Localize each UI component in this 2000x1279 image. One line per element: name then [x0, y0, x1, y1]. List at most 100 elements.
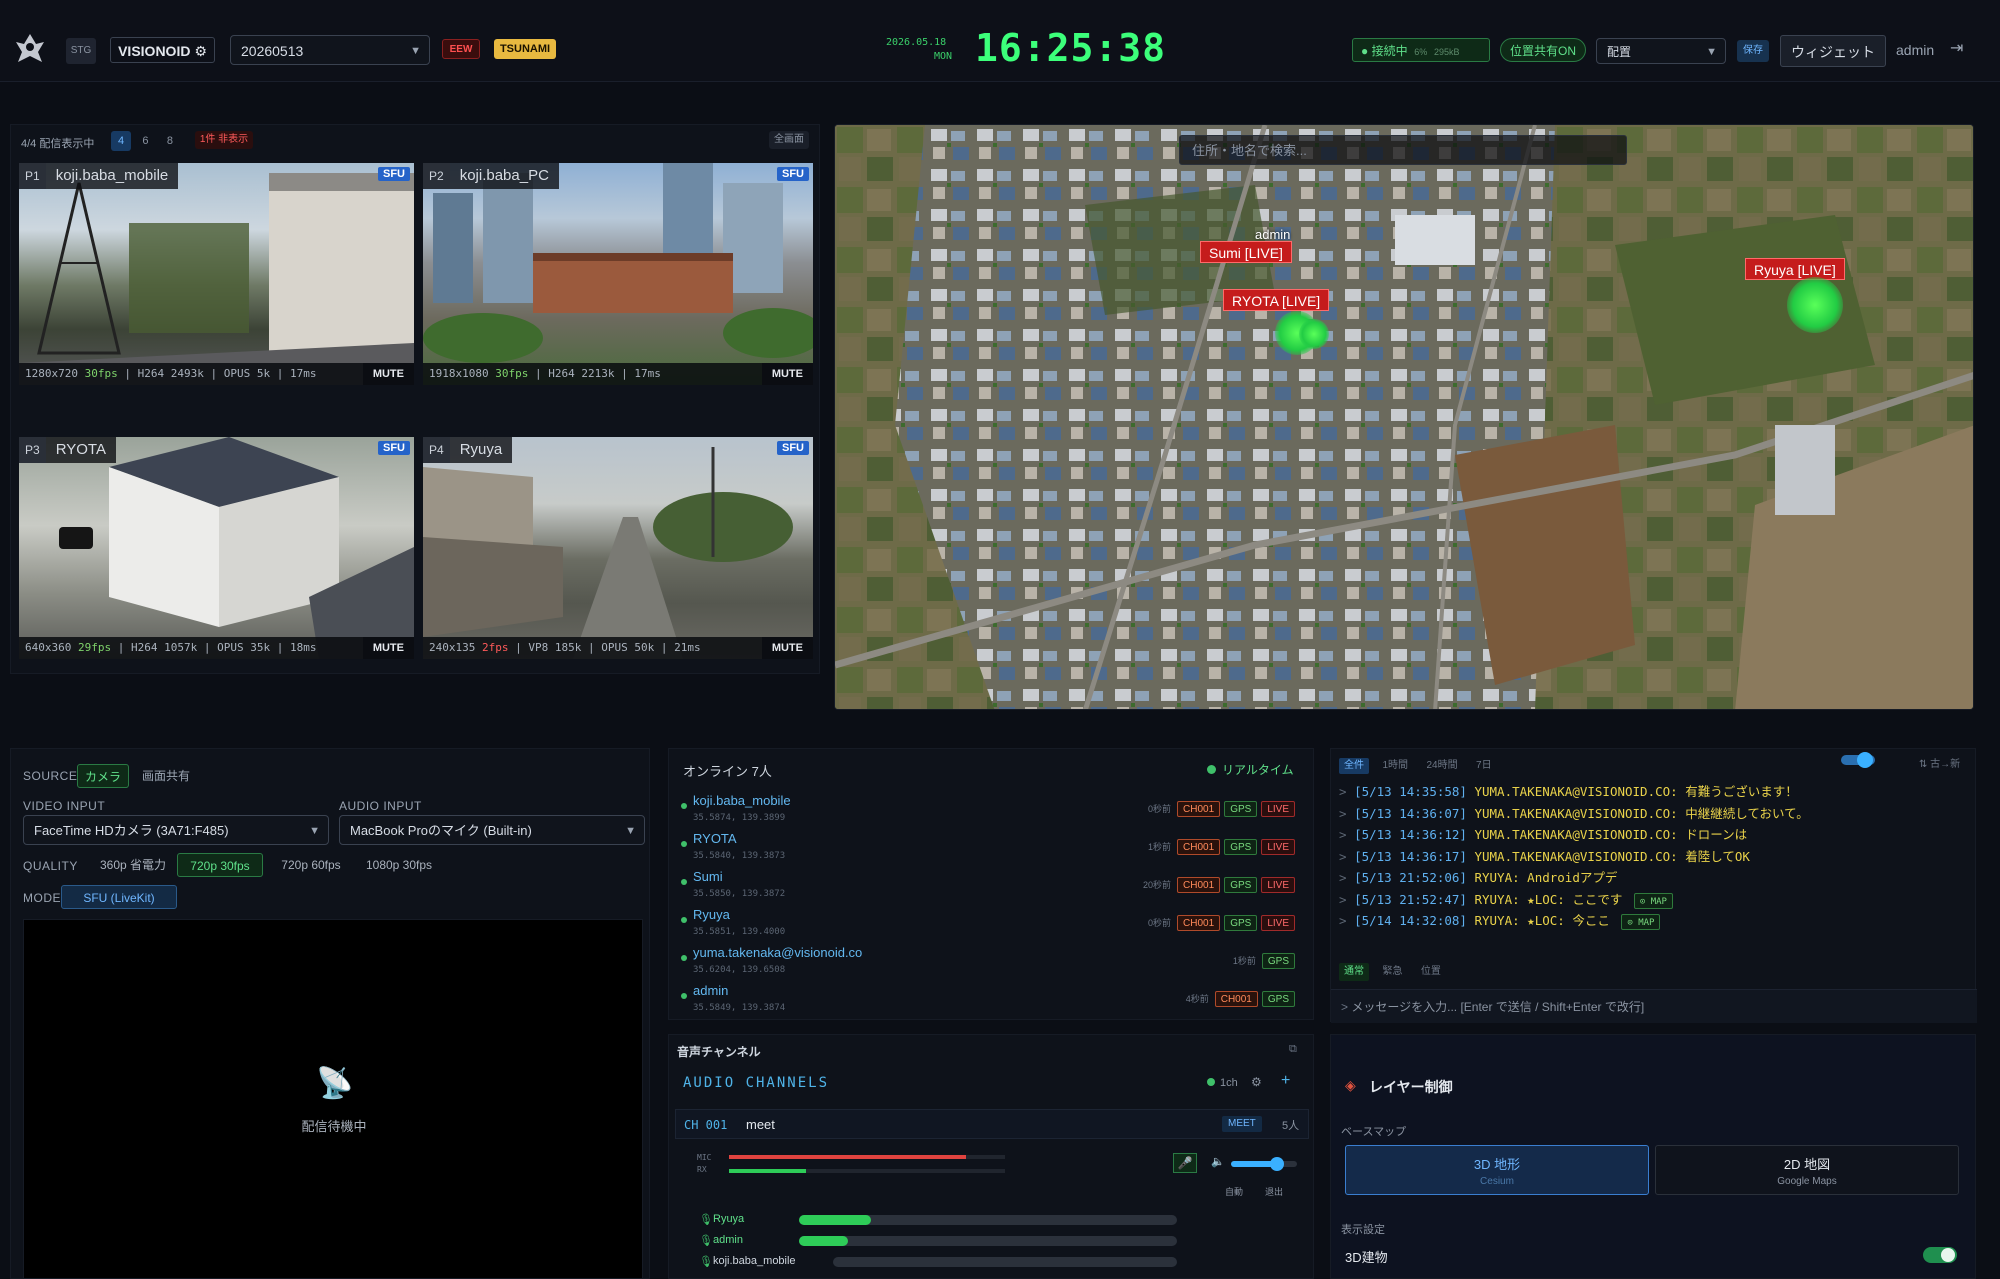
- online-user-row[interactable]: Ryuya 35.5851, 139.4000 0秒前 CH001 GPS LIVE: [681, 905, 1301, 943]
- user-last-seen: 4秒前: [1185, 994, 1209, 1004]
- stream-tile-p1[interactable]: P1 koji.baba_mobile SFU 1280x720 30fps | …: [19, 163, 414, 385]
- hidden-badge[interactable]: 1件 非表示: [195, 131, 253, 149]
- online-user-row[interactable]: Sumi 35.5850, 139.3872 20秒前 CH001 GPS LIVE: [681, 867, 1301, 905]
- online-user-row[interactable]: koji.baba_mobile 35.5874, 139.3899 0秒前 CH…: [681, 791, 1301, 829]
- aerial-map[interactable]: [835, 125, 1974, 710]
- mode-value[interactable]: SFU (LiveKit): [61, 885, 177, 909]
- map-marker-sumi[interactable]: Sumi [LIVE]: [1200, 241, 1292, 263]
- chat-autoscroll-toggle[interactable]: [1841, 752, 1875, 768]
- chat-arrow-icon: >: [1339, 870, 1347, 885]
- map-marker-ryuya[interactable]: Ryuya [LIVE]: [1745, 258, 1845, 280]
- audio-count-label: 1ch: [1220, 1077, 1238, 1089]
- stream-tile-p4[interactable]: P4 Ryuya SFU 240x135 2fps | VP8 185k | OP…: [423, 437, 813, 659]
- user-live-badge[interactable]: LIVE: [1261, 801, 1295, 817]
- video-input-select[interactable]: FaceTime HDカメラ (3A71:F485) ▼: [23, 815, 329, 845]
- popout-icon[interactable]: ⧉: [1289, 1043, 1297, 1056]
- map-search-input[interactable]: 住所・地名で検索...: [1179, 135, 1627, 165]
- map-panel[interactable]: 住所・地名で検索... admin Sumi [LIVE] RYOTA [LIV…: [834, 124, 1974, 710]
- user-name[interactable]: koji.baba_mobile: [693, 793, 791, 808]
- volume-knob[interactable]: [1270, 1157, 1285, 1171]
- audio-input-select[interactable]: MacBook Proのマイク (Built-in) ▼: [339, 815, 645, 845]
- source-camera-button[interactable]: カメラ: [77, 764, 129, 788]
- stream-p3-name: RYOTA: [55, 441, 106, 458]
- map-dot-admin[interactable]: [1299, 319, 1329, 349]
- channel-row[interactable]: CH 001 meet MEET 5人: [675, 1109, 1309, 1139]
- eew-badge[interactable]: EEW: [442, 39, 480, 59]
- tsunami-badge[interactable]: TSUNAMI: [494, 39, 556, 59]
- fullscreen-button[interactable]: 全画面: [769, 131, 809, 149]
- add-channel-icon[interactable]: +: [1281, 1072, 1290, 1090]
- connection-bitrate: 295kB: [1433, 47, 1460, 57]
- stream-p2-fps: 30fps: [495, 367, 529, 380]
- user-live-badge[interactable]: LIVE: [1261, 877, 1295, 893]
- mic-toggle-button[interactable]: 🎤: [1173, 1153, 1197, 1173]
- stream-p2-mute-button[interactable]: MUTE: [761, 363, 813, 385]
- chat-filter-7d[interactable]: 7日: [1471, 758, 1497, 774]
- chat-mode-normal[interactable]: 通常: [1339, 963, 1369, 981]
- layout-select[interactable]: 配置 ▼: [1596, 38, 1726, 64]
- user-channel-badge: CH001: [1177, 877, 1221, 893]
- quality-option-360p[interactable]: 360p 省電力: [89, 853, 177, 877]
- quality-option-720p60[interactable]: 720p 60fps: [271, 853, 351, 877]
- grid-option-4[interactable]: 4: [111, 131, 131, 151]
- grid-option-8[interactable]: 8: [160, 131, 180, 151]
- online-user-row[interactable]: RYOTA 35.5840, 139.3873 1秒前 CH001 GPS LIVE: [681, 829, 1301, 867]
- user-name[interactable]: Ryuya: [693, 907, 730, 922]
- online-user-row[interactable]: admin 35.5849, 139.3874 4秒前 CH001 GPS: [681, 981, 1301, 1019]
- audio-member-level: [799, 1236, 1177, 1246]
- audio-member-name: admin: [713, 1234, 743, 1246]
- audio-member-level-fill: [799, 1236, 849, 1246]
- online-user-row[interactable]: yuma.takenaka@visionoid.co 35.6204, 139.…: [681, 943, 1301, 981]
- map-dot-ryuya[interactable]: [1787, 277, 1843, 333]
- widget-button[interactable]: ウィジェット: [1780, 35, 1886, 67]
- chat-filter-24h[interactable]: 24時間: [1421, 758, 1462, 774]
- user-last-seen: 0秒前: [1148, 918, 1172, 928]
- stream-p1-mute-button[interactable]: MUTE: [362, 363, 414, 385]
- chat-map-link[interactable]: ⊙ MAP: [1633, 892, 1673, 909]
- live-dot-icon: [1207, 1078, 1215, 1086]
- chat-arrow-icon: >: [1339, 805, 1347, 821]
- chat-map-link[interactable]: ⊙ MAP: [1621, 914, 1661, 930]
- basemap-2d-option[interactable]: 2D 地図 Google Maps: [1655, 1145, 1959, 1195]
- user-name[interactable]: admin: [693, 983, 728, 998]
- user-name[interactable]: yuma.takenaka@visionoid.co: [693, 945, 862, 960]
- stream-tile-p2[interactable]: P2 koji.baba_PC SFU 1918x1080 30fps | H26…: [423, 163, 813, 385]
- mic-small-icon: 🎙: [699, 1235, 713, 1247]
- location-share-toggle[interactable]: 位置共有ON: [1500, 38, 1586, 62]
- chat-mode-location[interactable]: 位置: [1416, 963, 1446, 981]
- stream-p4-mute-button[interactable]: MUTE: [761, 637, 813, 659]
- chat-mode-urgent[interactable]: 緊急: [1377, 963, 1407, 981]
- user-live-badge[interactable]: LIVE: [1261, 839, 1295, 855]
- audio-title-jp: 音声チャンネル: [677, 1045, 761, 1059]
- stream-tile-p3[interactable]: P3 RYOTA SFU 640x360 29fps | H264 1057k |…: [19, 437, 414, 659]
- auto-label[interactable]: 自動: [1225, 1185, 1243, 1198]
- quality-option-720p30[interactable]: 720p 30fps: [177, 853, 263, 877]
- map-marker-ryota[interactable]: RYOTA [LIVE]: [1223, 289, 1330, 311]
- user-name[interactable]: Sumi: [693, 869, 723, 884]
- user-name[interactable]: RYOTA: [693, 831, 737, 846]
- stream-p4-sfu-badge: SFU: [777, 441, 809, 455]
- grid-option-6[interactable]: 6: [135, 131, 155, 151]
- chat-message: > [5/14 14:32:08] RYUYA: ★LOC: 今ここ ⊙ MAP: [1339, 910, 1661, 930]
- source-screen-button[interactable]: 画面共有: [137, 764, 195, 788]
- building-3d-toggle[interactable]: [1923, 1247, 1957, 1263]
- save-button[interactable]: 保存: [1737, 40, 1769, 62]
- chat-sort-button[interactable]: ⇅ 古→新: [1919, 755, 1960, 770]
- quality-option-1080p30[interactable]: 1080p 30fps: [357, 853, 441, 877]
- leave-label[interactable]: 退出: [1265, 1185, 1283, 1198]
- app-name-button[interactable]: VISIONOID ⚙: [110, 37, 215, 63]
- chat-filter-1h[interactable]: 1時間: [1377, 758, 1413, 774]
- chat-filter-all[interactable]: 全件: [1339, 758, 1369, 774]
- logout-icon[interactable]: ⇥: [1950, 38, 1963, 58]
- volume-slider[interactable]: [1231, 1157, 1297, 1171]
- user-live-badge[interactable]: LIVE: [1261, 915, 1295, 931]
- realtime-label: リアルタイム: [1222, 763, 1294, 777]
- chat-input[interactable]: > メッセージを入力... [Enter で送信 / Shift+Enter で…: [1331, 989, 1977, 1023]
- audio-settings-icon[interactable]: ⚙: [1251, 1075, 1262, 1089]
- basemap-3d-option[interactable]: 3D 地形 Cesium: [1345, 1145, 1649, 1195]
- connection-status[interactable]: ● 接続中 6% 295kB: [1352, 38, 1490, 62]
- date-select[interactable]: 20260513 ▼: [230, 35, 430, 65]
- stream-p3-mute-button[interactable]: MUTE: [362, 637, 414, 659]
- date-select-value: 20260513: [241, 43, 304, 59]
- chat-arrow-icon: >: [1339, 913, 1347, 928]
